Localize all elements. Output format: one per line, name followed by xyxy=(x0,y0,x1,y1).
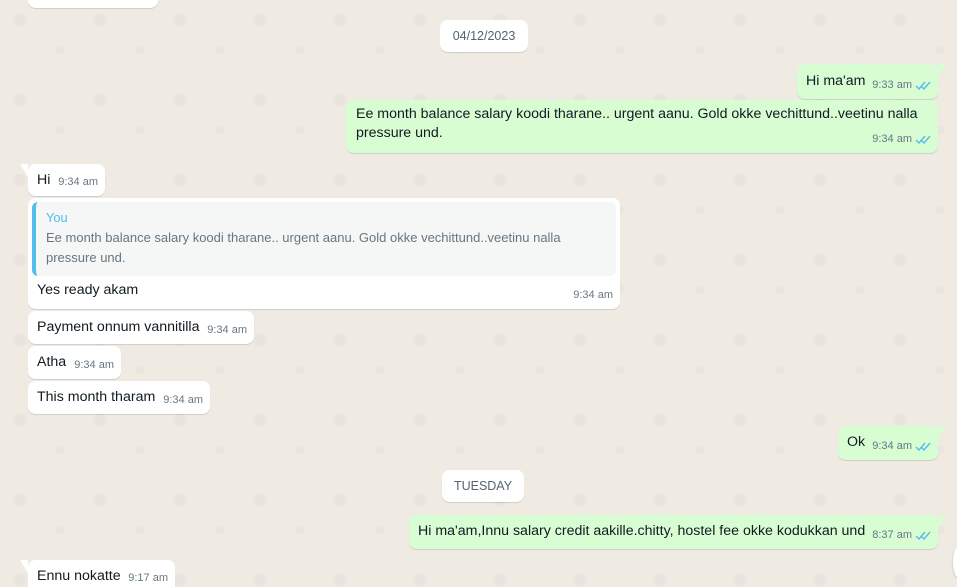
bubble-tail xyxy=(938,515,946,528)
date-divider: 04/12/2023 xyxy=(440,20,528,52)
quoted-message[interactable]: You Ee month balance salary koodi tharan… xyxy=(32,202,616,276)
message-meta: 9:34 am xyxy=(74,356,114,375)
message-meta: 9:34 am xyxy=(58,173,98,192)
message-meta: 9:34 am xyxy=(163,391,203,410)
incoming-message[interactable]: Payment onnum vannitilla 9:34 am xyxy=(28,311,254,344)
message-text: This month tharam xyxy=(37,389,156,405)
message-meta: 9:34 am xyxy=(872,130,931,149)
outgoing-message[interactable]: Hi ma'am,Innu salary credit aakille.chit… xyxy=(409,515,946,549)
date-divider-label: 04/12/2023 xyxy=(452,29,516,43)
message-meta: 8:37 am xyxy=(872,526,931,545)
message-meta: 9:17 am xyxy=(128,569,168,587)
message-bubble-partial[interactable] xyxy=(28,0,158,8)
message-meta: 9:34 am xyxy=(207,321,247,340)
message-text: Ee month balance salary koodi tharane.. … xyxy=(356,106,918,141)
quoted-text: Ee month balance salary koodi tharane.. … xyxy=(46,230,561,265)
message-meta: 9:33 am xyxy=(872,76,931,95)
double-check-icon xyxy=(915,81,931,91)
message-text: Hi xyxy=(37,172,51,188)
scroll-down-button[interactable] xyxy=(953,547,957,577)
bubble-tail xyxy=(938,426,946,439)
date-divider: TUESDAY xyxy=(442,470,524,502)
message-time: 9:34 am xyxy=(58,176,98,188)
message-time: 9:34 am xyxy=(207,324,247,336)
incoming-message[interactable]: This month tharam 9:34 am xyxy=(28,381,210,414)
message-text: Hi ma'am xyxy=(806,73,866,89)
message-time: 9:34 am xyxy=(573,289,613,301)
message-time: 8:37 am xyxy=(872,529,912,541)
message-time: 9:17 am xyxy=(128,572,168,584)
incoming-message[interactable]: Ennu nokatte 9:17 am xyxy=(20,560,175,587)
bubble-tail xyxy=(938,64,946,77)
message-time: 9:34 am xyxy=(872,440,912,452)
date-divider-label: TUESDAY xyxy=(453,479,513,493)
message-meta: 9:34 am xyxy=(872,437,931,456)
double-check-icon xyxy=(915,531,931,541)
message-text: Hi ma'am,Innu salary credit aakille.chit… xyxy=(418,523,866,539)
message-time: 9:33 am xyxy=(872,79,912,91)
message-text: Yes ready akam xyxy=(37,282,139,298)
message-time: 9:34 am xyxy=(163,394,203,406)
quoted-author: You xyxy=(46,210,68,225)
outgoing-message[interactable]: Ee month balance salary koodi tharane.. … xyxy=(346,100,938,153)
outgoing-message[interactable]: Hi ma'am 9:33 am xyxy=(797,64,946,99)
bubble-tail xyxy=(20,560,28,573)
message-text: Payment onnum vannitilla xyxy=(37,319,200,335)
bubble-tail xyxy=(20,164,28,177)
message-time: 9:34 am xyxy=(872,133,912,145)
message-text: Ennu nokatte xyxy=(37,568,121,584)
chat-panel[interactable]: 04/12/2023 Hi ma'am 9:33 am Ee month bal… xyxy=(0,0,957,587)
double-check-icon xyxy=(915,442,931,452)
message-text: Ok xyxy=(847,434,866,450)
message-text: Atha xyxy=(37,354,67,370)
incoming-message[interactable]: Hi 9:34 am xyxy=(20,164,105,196)
incoming-message[interactable]: Atha 9:34 am xyxy=(28,346,121,379)
message-meta: 9:34 am xyxy=(573,286,613,305)
outgoing-message[interactable]: Ok 9:34 am xyxy=(838,426,946,460)
message-time: 9:34 am xyxy=(74,359,114,371)
incoming-reply-message[interactable]: You Ee month balance salary koodi tharan… xyxy=(28,198,620,309)
double-check-icon xyxy=(915,135,931,145)
